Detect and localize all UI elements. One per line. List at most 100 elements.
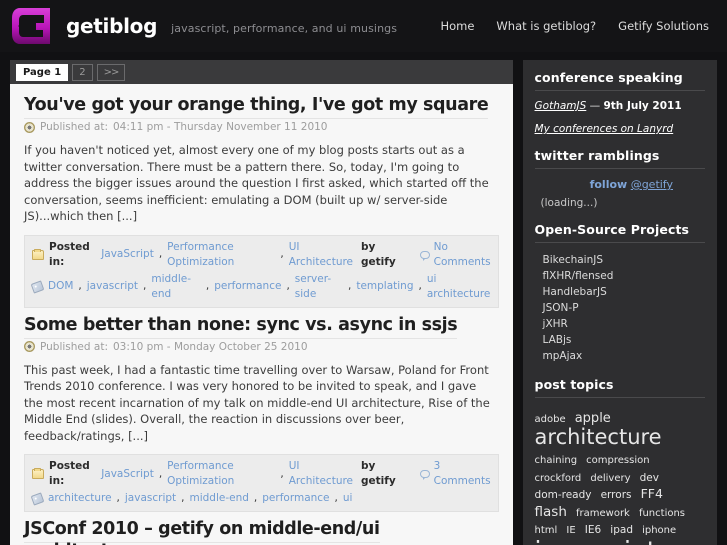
tag-cloud-item[interactable]: FF4	[641, 486, 663, 501]
list-item[interactable]: mpAjax	[535, 348, 705, 364]
twitter-loading-status: (loading...)	[540, 197, 598, 209]
tag-link[interactable]: ui architecture	[427, 272, 491, 302]
site-title[interactable]: getiblog	[66, 14, 157, 38]
tag-link[interactable]: javascript	[125, 491, 176, 506]
list-item[interactable]: flXHR/flensed	[535, 268, 705, 284]
twitter-handle-link[interactable]: @getify	[631, 178, 673, 191]
post-comments-link[interactable]: No Comments	[419, 240, 491, 270]
tag-cloud-item[interactable]: adobe	[535, 414, 566, 425]
post-excerpt: This past week, I had a fantastic time t…	[24, 362, 490, 443]
post-categories-row: Posted in: JavaScript, Performance Optim…	[32, 459, 491, 489]
main-nav: Home What is getiblog? Getify Solutions	[440, 19, 715, 33]
tag-link[interactable]: templating	[356, 279, 413, 294]
tag-cloud-item[interactable]: flash	[535, 504, 567, 520]
post-excerpt: If you haven't noticed yet, almost every…	[24, 143, 489, 223]
nav-item-what-is-getiblog[interactable]: What is getiblog?	[496, 19, 596, 33]
category-link[interactable]: JavaScript	[101, 467, 154, 482]
tag-cloud-item[interactable]: crockford	[535, 473, 582, 484]
comment-bubble-icon	[419, 470, 430, 480]
post-title-link[interactable]: You've got your orange thing, I've got m…	[24, 95, 489, 119]
open-source-project-list: BikechainJS flXHR/flensed HandlebarJS JS…	[535, 252, 705, 364]
post-item: JSConf 2010 – getify on middle-end/ui ar…	[24, 518, 499, 545]
pagination-page-2[interactable]: 2	[72, 63, 93, 81]
conference-entry: GothamJS — 9th July 2011	[535, 100, 705, 112]
tag-link[interactable]: javascript	[87, 279, 138, 294]
tag-icon	[30, 491, 45, 506]
tag-cloud-item[interactable]: dom-ready	[535, 489, 592, 501]
site-tagline: javascript, performance, and ui musings	[171, 21, 398, 35]
tag-cloud-item[interactable]: framework	[576, 508, 630, 519]
list-item[interactable]: LABjs	[535, 332, 705, 348]
category-link[interactable]: Performance Optimization	[167, 459, 275, 489]
sidebar-section-conference-speaking: conference speaking GothamJS — 9th July …	[534, 70, 705, 135]
category-link[interactable]: UI Architecture	[289, 240, 353, 270]
tag-cloud-item[interactable]: html	[535, 525, 558, 537]
post-title-link[interactable]: Some better than none: sync vs. async in…	[24, 314, 458, 339]
tag-cloud-item[interactable]: dev	[640, 472, 659, 484]
post-footer: Posted in: JavaScript, Performance Optim…	[24, 234, 499, 308]
tag-link[interactable]: server-side	[295, 272, 343, 302]
twitter-follow-row: follow @getify	[535, 178, 705, 191]
sidebar-heading: conference speaking	[534, 70, 705, 91]
tag-link[interactable]: middle-end	[151, 272, 200, 302]
tag-cloud-item[interactable]: IE6	[585, 524, 601, 536]
tag-cloud-item[interactable]: IE	[566, 525, 575, 537]
post-tags-row: architecture, javascript, middle-end, pe…	[30, 491, 491, 506]
tag-link[interactable]: performance	[262, 491, 329, 506]
post-published-date: 04:11 pm - Thursday November 11 2010	[112, 121, 328, 133]
tag-icon	[30, 279, 45, 294]
category-link[interactable]: Performance Optimization	[167, 240, 275, 270]
tag-cloud-item[interactable]: architecture	[535, 425, 662, 449]
clock-icon	[24, 341, 35, 352]
tag-link[interactable]: architecture	[48, 491, 112, 506]
sidebar-heading: twitter ramblings	[534, 148, 705, 169]
twitter-follow-label: follow	[589, 178, 628, 191]
post-published-prefix: Published at:	[40, 121, 108, 133]
post-list: You've got your orange thing, I've got m…	[10, 84, 513, 545]
tag-link[interactable]: middle-end	[190, 491, 249, 506]
comment-bubble-icon	[419, 250, 430, 261]
tag-cloud-item[interactable]: chaining	[535, 455, 578, 466]
tag-link[interactable]: performance	[214, 279, 281, 294]
tag-cloud-item[interactable]: ipad	[610, 524, 633, 536]
tag-cloud-item[interactable]: compression	[586, 455, 649, 466]
folder-icon	[32, 248, 44, 260]
tag-cloud-item[interactable]: errors	[601, 489, 632, 501]
list-item[interactable]: HandlebarJS	[535, 284, 705, 300]
nav-item-home[interactable]: Home	[440, 19, 474, 33]
clock-icon	[24, 121, 35, 133]
lanyrd-conferences-link[interactable]: My conferences on Lanyrd	[535, 123, 705, 135]
post-comments-link[interactable]: 3 Comments	[419, 459, 491, 489]
post-published-meta: Published at: 03:10 pm - Monday October …	[24, 341, 499, 353]
site-header: getiblog javascript, performance, and ui…	[0, 0, 727, 52]
nav-item-getify-solutions[interactable]: Getify Solutions	[618, 19, 709, 33]
posted-in-label: Posted in:	[49, 460, 90, 487]
tag-cloud-item[interactable]: javascript	[535, 536, 657, 545]
list-item[interactable]: JSON-P	[535, 300, 705, 316]
folder-icon	[32, 468, 44, 479]
list-item[interactable]: BikechainJS	[535, 252, 705, 268]
category-link[interactable]: JavaScript	[101, 247, 154, 262]
pagination-next[interactable]: >>	[96, 63, 126, 81]
tag-cloud-item[interactable]: apple	[575, 411, 611, 426]
sidebar-heading: Open-Source Projects	[534, 222, 705, 243]
post-footer: Posted in: JavaScript, Performance Optim…	[24, 454, 499, 512]
list-item[interactable]: jXHR	[535, 316, 705, 332]
posted-in-label: Posted in:	[49, 240, 90, 268]
sidebar-heading: post topics	[534, 377, 705, 398]
tag-cloud-item[interactable]: delivery	[590, 473, 630, 484]
conference-event-link[interactable]: GothamJS	[535, 100, 587, 112]
pagination-current-page[interactable]: Page 1	[16, 63, 69, 81]
tag-cloud-item[interactable]: functions	[639, 508, 685, 519]
tag-link[interactable]: DOM	[48, 279, 73, 294]
tag-cloud-item[interactable]: iphone	[642, 525, 676, 537]
tag-link[interactable]: ui	[343, 491, 353, 506]
category-link[interactable]: UI Architecture	[289, 459, 353, 489]
post-tags-row: DOM, javascript, middle-end, performance…	[30, 272, 491, 302]
getify-g-logo-icon[interactable]	[10, 6, 56, 46]
post-item: You've got your orange thing, I've got m…	[24, 94, 499, 308]
sidebar: conference speaking GothamJS — 9th July …	[522, 60, 717, 545]
post-comments-count: 3 Comments	[433, 460, 491, 487]
post-title-link[interactable]: JSConf 2010 – getify on middle-end/ui ar…	[24, 519, 380, 545]
post-published-prefix: Published at:	[40, 340, 108, 353]
